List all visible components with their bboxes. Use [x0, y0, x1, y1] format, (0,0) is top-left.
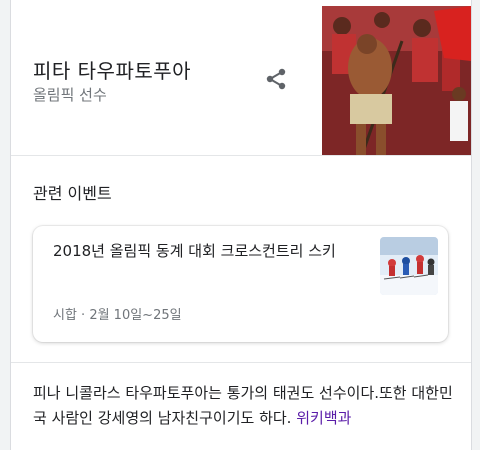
section-divider	[11, 155, 471, 156]
entity-description: 피나 니콜라스 타우파토푸아는 통가의 태권도 선수이다.또한 대한민국 사람인…	[33, 381, 463, 431]
knowledge-panel-card: 피타 타우파토푸아 올림픽 선수 관련 이벤트 2018년 올림픽 동계 대회 …	[10, 0, 472, 450]
event-title: 2018년 올림픽 동계 대회 크로스컨트리 스키	[53, 242, 336, 260]
related-event-card[interactable]: 2018년 올림픽 동계 대회 크로스컨트리 스키 시합 · 2월 10일~25…	[33, 226, 448, 342]
entity-photo[interactable]	[322, 6, 471, 155]
entity-title: 피타 타우파토푸아	[33, 59, 192, 83]
share-icon	[264, 67, 288, 95]
related-events-heading: 관련 이벤트	[33, 184, 112, 203]
section-divider	[11, 362, 471, 363]
wikipedia-link[interactable]: 위키백과	[296, 409, 351, 427]
panel-header: 피타 타우파토푸아 올림픽 선수	[11, 0, 471, 155]
description-text: 피나 니콜라스 타우파토푸아는 통가의 태권도 선수이다.또한 대한민국 사람인…	[33, 384, 453, 427]
event-thumbnail	[380, 237, 438, 295]
event-meta: 시합 · 2월 10일~25일	[53, 308, 182, 323]
entity-subtitle: 올림픽 선수	[33, 86, 107, 104]
share-button[interactable]	[261, 66, 291, 96]
